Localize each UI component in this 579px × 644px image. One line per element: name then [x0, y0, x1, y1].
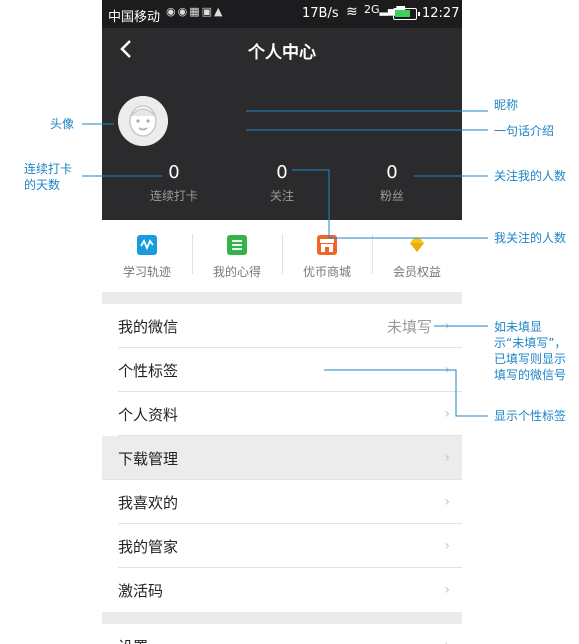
shop-icon: [317, 235, 337, 255]
list-item-downloads[interactable]: 下载管理 ›: [102, 436, 462, 480]
list-item-settings[interactable]: 设置 ›: [118, 624, 462, 644]
clock: 12:27: [422, 6, 460, 21]
chevron-right-icon: ›: [444, 538, 450, 554]
avatar[interactable]: [118, 96, 168, 146]
annotation-wechat-1: 如未填显: [494, 320, 543, 334]
quick-item-label: 我的心得: [212, 265, 261, 279]
list-item-profile[interactable]: 个人资料 ›: [118, 392, 462, 436]
stat-following[interactable]: 0 关注: [222, 162, 342, 204]
quick-item-coin-shop[interactable]: 优币商城: [282, 220, 372, 292]
list-item-wechat[interactable]: 我的微信 未填写 ›: [118, 304, 462, 348]
list-item-label: 个人资料: [118, 406, 179, 424]
annotation-nickname: 昵称: [494, 98, 519, 112]
quick-item-label: 学习轨迹: [122, 265, 171, 279]
phone-screen: 中国移动 ◉◉▦▣▲ 17B/s ≋ 2G▂▄▆ 12:27 个人中心 0 连续…: [102, 0, 462, 644]
annotation-wechat-3: 已填写则显示: [494, 352, 567, 366]
annotation-streak-2: 的天数: [24, 178, 61, 192]
list-item-label: 我的微信: [118, 318, 179, 336]
chevron-right-icon: ›: [444, 494, 450, 510]
diamond-icon: [407, 235, 427, 255]
status-bar: 中国移动 ◉◉▦▣▲ 17B/s ≋ 2G▂▄▆ 12:27: [102, 0, 462, 28]
streak-label: 连续打卡: [149, 189, 198, 203]
list-item-label: 下载管理: [118, 450, 179, 468]
list-item-label: 我喜欢的: [118, 494, 179, 512]
page-title: 个人中心: [248, 43, 316, 63]
following-count: 0: [276, 162, 288, 183]
battery-icon: [393, 8, 420, 20]
network-speed: 17B/s: [302, 6, 339, 21]
list-item-butler[interactable]: 我的管家 ›: [118, 524, 462, 568]
annotation-avatar: 头像: [50, 117, 75, 131]
quick-menu: 学习轨迹 我的心得 优币商城 会员权益: [102, 220, 462, 292]
section-divider: [102, 612, 462, 624]
followers-count: 0: [386, 162, 398, 183]
notification-icons: ◉◉▦▣▲: [166, 5, 225, 18]
quick-item-label: 会员权益: [392, 265, 441, 279]
streak-count: 0: [168, 162, 180, 183]
default-avatar-icon: [118, 96, 168, 146]
following-label: 关注: [269, 189, 294, 203]
quick-item-learning-track[interactable]: 学习轨迹: [102, 220, 192, 292]
list-item-label: 个性标签: [118, 362, 179, 380]
profile-header: 个人中心 0 连续打卡 0 关注 0 粉丝: [102, 28, 462, 220]
list-item-label: 设置: [118, 636, 148, 644]
section-divider: [102, 292, 462, 304]
annotation-wechat-4: 填写的微信号: [494, 368, 567, 382]
wave-icon: [137, 235, 157, 255]
wechat-value: 未填写: [386, 318, 432, 336]
chevron-right-icon: ›: [444, 318, 450, 334]
note-icon: [227, 235, 247, 255]
followers-label: 粉丝: [379, 189, 404, 203]
chevron-right-icon: ›: [444, 582, 450, 598]
quick-item-membership[interactable]: 会员权益: [372, 220, 462, 292]
list-item-tags[interactable]: 个性标签 ›: [118, 348, 462, 392]
annotation-followers: 关注我的人数: [494, 169, 567, 183]
annotation-bio: 一句话介绍: [494, 124, 555, 138]
quick-item-label: 优币商城: [302, 265, 351, 279]
annotation-wechat-2: 示“未填写”，: [494, 336, 567, 350]
list-item-label: 我的管家: [118, 538, 179, 556]
network-type: 2G: [364, 3, 380, 16]
stat-streak[interactable]: 0 连续打卡: [114, 162, 234, 204]
wifi-icon: ≋: [346, 4, 358, 20]
quick-item-my-notes[interactable]: 我的心得: [192, 220, 282, 292]
chevron-right-icon: ›: [444, 362, 450, 378]
chevron-right-icon: ›: [444, 450, 450, 466]
battery-level: [395, 10, 410, 17]
annotation-tags: 显示个性标签: [494, 409, 567, 423]
chevron-right-icon: ›: [444, 406, 450, 422]
carrier-label: 中国移动: [108, 10, 161, 25]
settings-list: 我的微信 未填写 › 个性标签 › 个人资料 › 下载管理 › 我喜欢的 › 我…: [102, 304, 462, 612]
annotation-following: 我关注的人数: [494, 231, 567, 245]
list-item-favorites[interactable]: 我喜欢的 ›: [118, 480, 462, 524]
stat-followers[interactable]: 0 粉丝: [332, 162, 452, 204]
annotation-streak-1: 连续打卡: [24, 162, 73, 176]
list-item-label: 激活码: [118, 582, 164, 600]
list-item-activation-code[interactable]: 激活码 ›: [118, 568, 462, 612]
chevron-right-icon: ›: [444, 638, 450, 644]
